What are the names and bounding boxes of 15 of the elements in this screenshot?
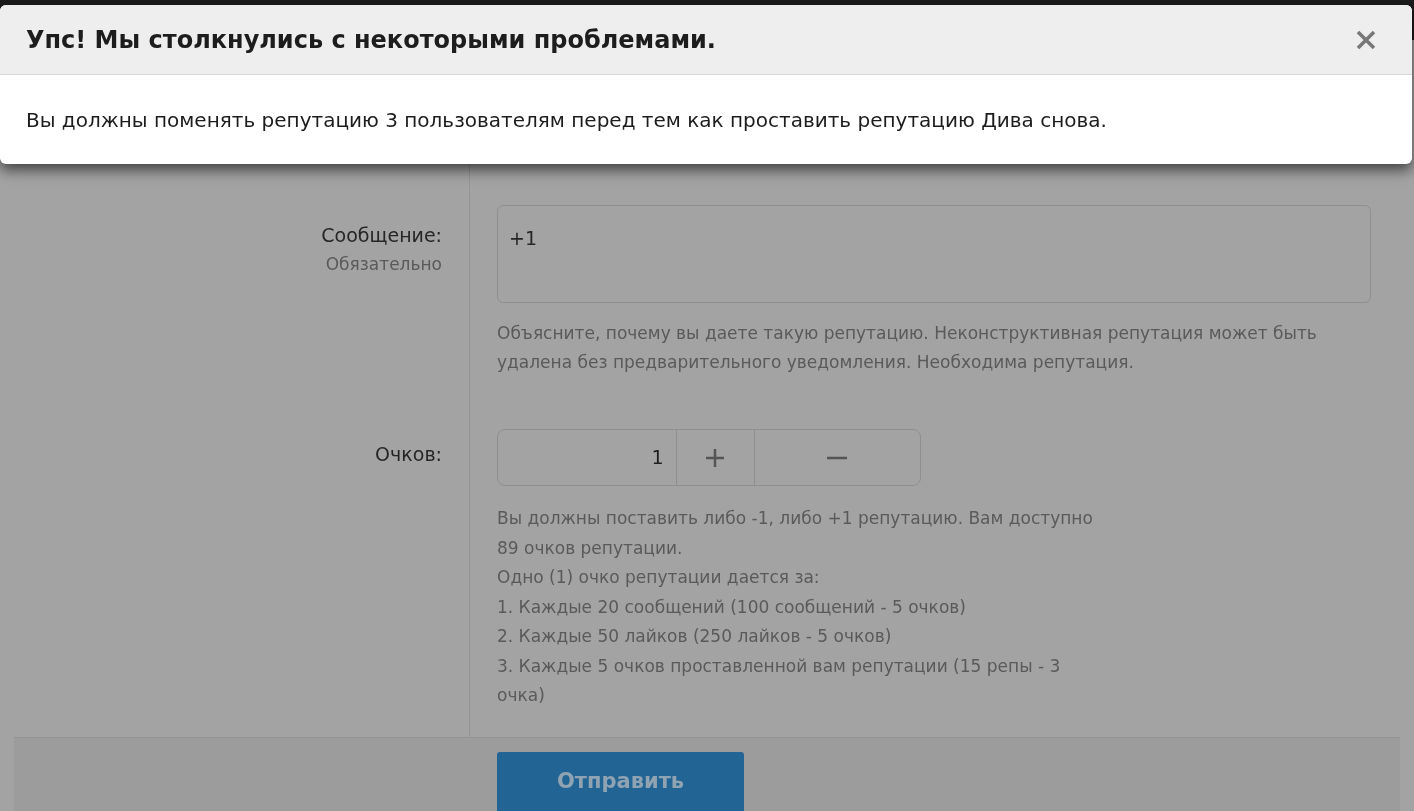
minus-icon	[827, 455, 848, 460]
dialog-message: Вы должны поменять репутацию 3 пользователям перед тем как проставить репутацию Дива снова.	[25, 106, 1108, 134]
plus-icon	[705, 447, 725, 468]
points-hint: Одно (1) очко репутации дается за:	[497, 566, 821, 589]
points-hint: 2. Каждые 50 лайков (250 лайков - 5 очков)	[497, 625, 893, 648]
field-hint: Объясните, почему вы даете такую репутацию. Неконструктивная репутация может быть удалена без предварительного уведомления. Необходима репутация.	[497, 322, 1318, 374]
dialog-title: Упс! Мы столкнулись с некоторыми проблемами.	[26, 24, 716, 56]
points-hint: Вы должны поставить либо -1, либо +1 репутацию. Вам доступно 89 очков репутации.	[497, 507, 1094, 560]
required-note: Обязательно	[325, 252, 442, 276]
field-label: Сообщение:	[321, 223, 442, 248]
points-hint: 1. Каждые 20 сообщений (100 сообщений - 5 очков)	[497, 595, 967, 619]
close-icon	[1356, 29, 1376, 50]
points-hint: 3. Каждые 5 очков проставленной вам репутации (15 репы - 3 очка)	[497, 654, 1062, 707]
field-label: Очков:	[375, 442, 442, 467]
message-field[interactable]: +1	[497, 205, 1371, 303]
